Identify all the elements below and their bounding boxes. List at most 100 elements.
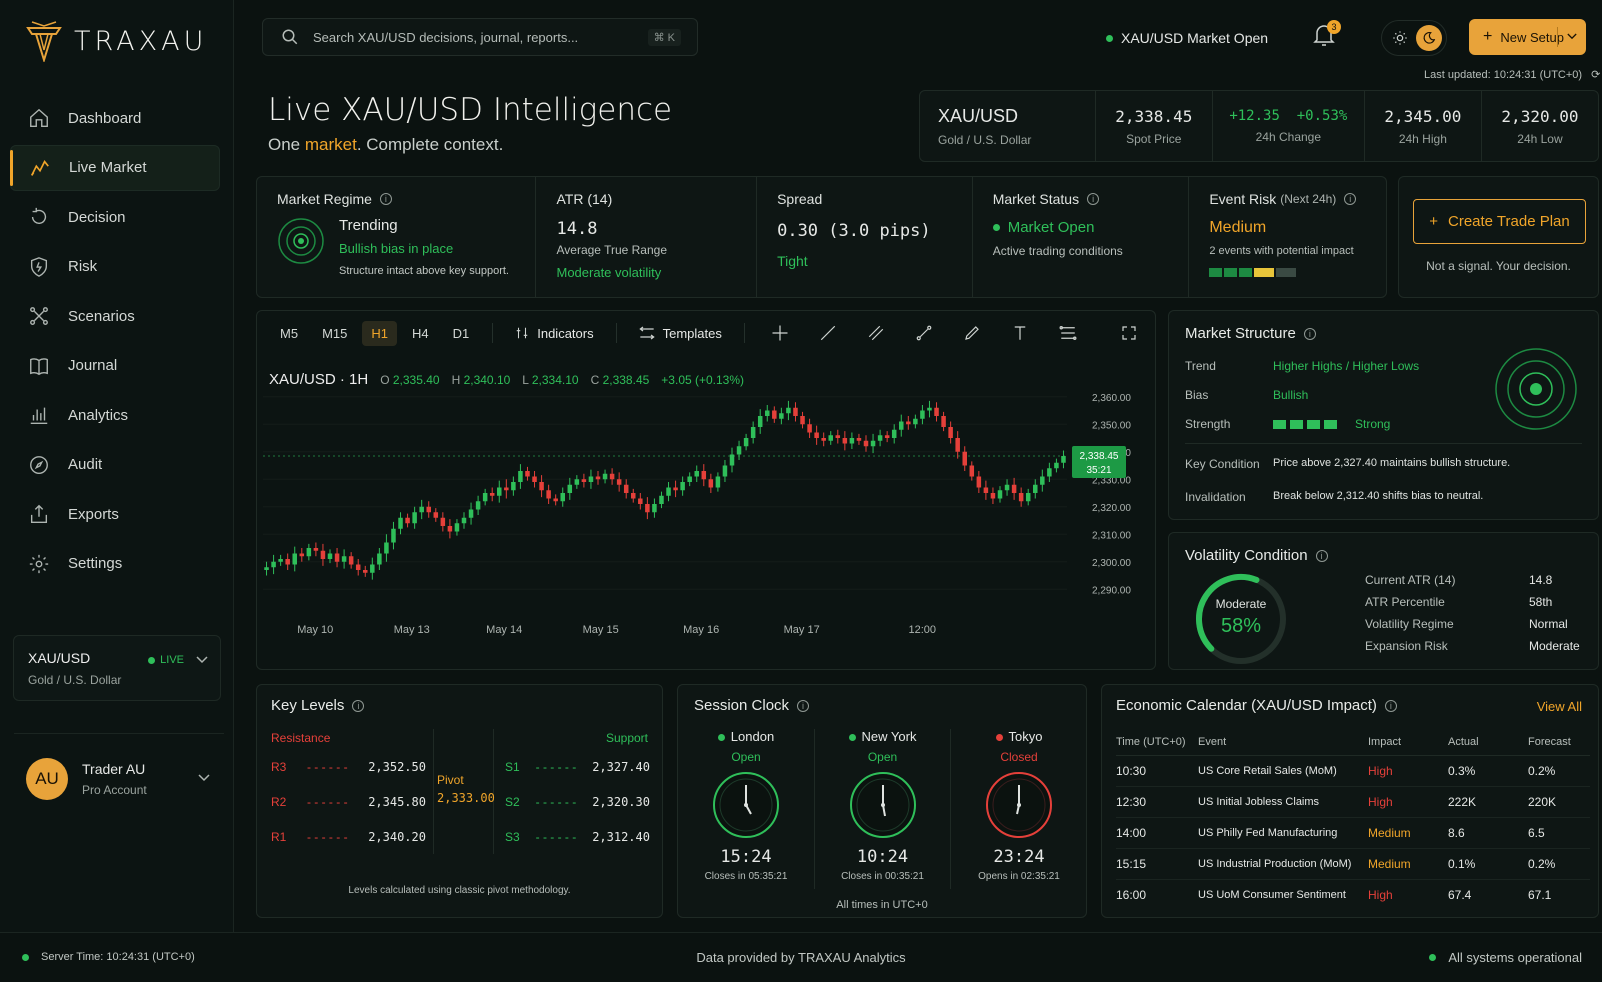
levels-note: Levels calculated using classic pivot me…: [348, 885, 571, 896]
table-row[interactable]: 15:15 US Industrial Production (MoM) Mediu…: [1116, 848, 1590, 879]
trendline-icon[interactable]: [807, 324, 849, 342]
theme-toggle[interactable]: [1381, 20, 1447, 56]
status-sub: Active trading conditions: [992, 244, 1123, 258]
timeframe-m5[interactable]: M5: [271, 321, 307, 346]
chevron-down-icon[interactable]: [196, 656, 208, 664]
change-pct: +0.53%: [1296, 108, 1348, 124]
info-icon[interactable]: i: [352, 699, 365, 712]
candle-body: [461, 517, 467, 524]
vol-value: Normal: [1529, 617, 1568, 631]
notifications-button[interactable]: 3: [1312, 20, 1341, 51]
info-icon[interactable]: i: [797, 699, 810, 712]
table-row[interactable]: 14:00 US Philly Fed Manufacturing Medium 8.…: [1116, 817, 1590, 848]
crosshair-icon[interactable]: [759, 324, 801, 342]
strength-seg: [1324, 419, 1337, 429]
sidebar-item-risk[interactable]: Risk: [10, 244, 220, 290]
ray-icon[interactable]: [903, 324, 945, 342]
cell-actual: 67.4: [1448, 887, 1472, 902]
indicators-button[interactable]: Indicators: [507, 326, 601, 341]
chevron-down-icon[interactable]: [198, 774, 210, 782]
timeframe-h4[interactable]: H4: [403, 321, 438, 346]
info-icon[interactable]: i: [1344, 193, 1357, 205]
price-chart[interactable]: 2,360.002,350.002,340.002,330.002,320.00…: [257, 363, 1157, 663]
high-label: 24h High: [1398, 131, 1447, 146]
candle-body: [899, 421, 904, 430]
sidebar-item-analytics[interactable]: Analytics: [10, 392, 220, 438]
sidebar-item-exports[interactable]: Exports: [10, 491, 220, 537]
sidebar-item-settings[interactable]: Settings: [10, 541, 220, 587]
cell-event: US Core Retail Sales (MoM): [1198, 764, 1337, 777]
atr-sub: Average True Range: [556, 243, 668, 257]
col-header: Event: [1198, 735, 1227, 748]
sidebar-item-journal[interactable]: Journal: [10, 343, 220, 389]
structure-title: Market Structure: [1185, 325, 1296, 342]
candle-body: [377, 553, 382, 565]
refresh-icon: [31, 207, 47, 224]
text-tool-icon[interactable]: [999, 324, 1041, 342]
systems-status: All systems operational: [1429, 950, 1582, 965]
sidebar-item-audit[interactable]: Audit: [10, 442, 220, 488]
table-row[interactable]: 12:30 US Initial Jobless Claims High 222K 22…: [1116, 786, 1590, 817]
user-menu[interactable]: AU Trader AU Pro Account: [14, 733, 224, 823]
templates-button[interactable]: Templates: [631, 326, 730, 341]
sun-icon[interactable]: [1392, 30, 1408, 46]
market-structure-panel: Market Structure i Trend Higher Highs / H…: [1168, 310, 1599, 520]
cell-forecast: 67.1: [1528, 887, 1552, 902]
col-header: Actual: [1448, 735, 1479, 748]
status-dot: [1106, 34, 1113, 42]
sidebar-item-scenarios[interactable]: Scenarios: [10, 293, 220, 339]
market-regime-card: Market Regime i Trending Bullish bias in …: [257, 177, 535, 297]
vol-row: Volatility Regime Normal: [1365, 617, 1585, 639]
pencil-icon[interactable]: [951, 324, 993, 342]
sidebar-item-label: Audit: [68, 456, 103, 473]
session-london: London Open 15:24 Closes in 05:35:21: [678, 729, 814, 882]
candle-body: [680, 482, 685, 491]
cell-event: US Industrial Production (MoM): [1198, 857, 1352, 870]
search-input[interactable]: Search XAU/USD decisions, journal, repor…: [262, 18, 698, 56]
info-icon[interactable]: i: [1315, 549, 1328, 562]
x-tick-label: May 16: [683, 624, 719, 636]
col-header: Forecast: [1528, 735, 1571, 748]
info-icon[interactable]: i: [1087, 193, 1100, 205]
search-icon: [282, 29, 298, 45]
session-note: Closes in 00:35:21: [841, 871, 924, 882]
info-icon[interactable]: i: [1384, 699, 1397, 712]
status-value: Market Open: [1007, 219, 1095, 236]
vol-row: Current ATR (14) 14.8: [1365, 573, 1585, 595]
create-trade-plan-button[interactable]: + Create Trade Plan: [1413, 199, 1586, 244]
sidebar-item-dashboard[interactable]: Dashboard: [10, 95, 220, 141]
candle-body: [863, 440, 869, 447]
low-label: 24h Low: [1517, 131, 1563, 146]
risk-seg: [1224, 268, 1238, 277]
candle-body: [687, 476, 692, 482]
candle-body: [539, 482, 544, 491]
asset-selector[interactable]: XAU/USD Gold / U.S. Dollar LIVE: [13, 635, 221, 701]
candle-body: [884, 435, 890, 438]
last-price-value: 2,338.45: [1080, 451, 1119, 462]
timeframe-d1[interactable]: D1: [444, 321, 479, 346]
moon-icon[interactable]: [1416, 25, 1442, 51]
view-all-link[interactable]: View All: [1537, 699, 1582, 714]
channel-icon[interactable]: [855, 324, 897, 342]
table-row[interactable]: 10:30 US Core Retail Sales (MoM) High 0.3% 0…: [1116, 755, 1590, 786]
candle-body: [370, 564, 375, 573]
change-abs: +12.35: [1229, 108, 1280, 124]
y-tick-label: 2,360.00: [1092, 393, 1131, 404]
sidebar-item-live-market[interactable]: Live Market: [10, 144, 220, 191]
info-icon[interactable]: i: [379, 193, 392, 205]
key-levels-panel: Key Levels i Resistance Support Pivot 2,3…: [256, 684, 663, 918]
timeframe-m15[interactable]: M15: [313, 321, 356, 346]
status-dot: [1429, 954, 1437, 961]
refresh-icon[interactable]: ⟳: [1591, 69, 1600, 81]
table-row[interactable]: 16:00 US UoM Consumer Sentiment High 67.4 67…: [1116, 879, 1590, 910]
new-setup-button[interactable]: + New Setup: [1469, 19, 1586, 55]
sidebar-item-decision[interactable]: Decision: [10, 194, 220, 240]
event-title: Event Risk: [1209, 191, 1277, 207]
vol-value: 14.8: [1529, 573, 1553, 587]
fib-icon[interactable]: [1047, 324, 1089, 342]
logo[interactable]: TRAXAU: [26, 20, 207, 62]
timeframe-h1[interactable]: H1: [362, 320, 397, 346]
info-icon[interactable]: i: [1303, 327, 1316, 340]
fullscreen-icon[interactable]: [1121, 325, 1137, 344]
chevron-down-icon[interactable]: [1567, 33, 1577, 40]
